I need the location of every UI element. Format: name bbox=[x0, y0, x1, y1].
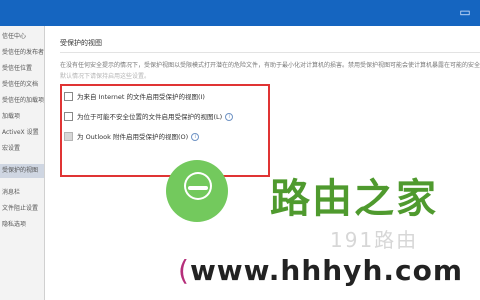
checkbox-internet-files[interactable] bbox=[64, 91, 73, 101]
sidebar-item-trust-center[interactable]: 信任中心 bbox=[0, 30, 44, 44]
sidebar-item-macro[interactable]: 宏设置 bbox=[0, 142, 44, 156]
watermark-brand-text: 路由之家 bbox=[270, 176, 438, 222]
sidebar-item-trusted-publishers[interactable]: 受信任的发布者 bbox=[0, 46, 44, 60]
section-description: 在没有任何安全提示的情况下，受保护视图以受限模式打开潜在的危险文件，有助于最小化… bbox=[60, 60, 480, 82]
sidebar-item-protected-view[interactable]: 受保护的视图 bbox=[0, 164, 44, 178]
section-title: 受保护的视图 bbox=[60, 39, 102, 47]
option-internet-files-label: 为来自 Internet 的文件启用受保护的视图(I) bbox=[77, 93, 205, 101]
sidebar-item-trusted-addin-catalogs[interactable]: 受信任的加载项目录 bbox=[0, 94, 44, 108]
sidebar-item-trusted-documents[interactable]: 受信任的文档 bbox=[0, 78, 44, 92]
window-icon[interactable]: ▭ bbox=[458, 5, 472, 19]
section-divider bbox=[60, 52, 480, 53]
title-bar: ▭ bbox=[0, 0, 480, 26]
sidebar-item-message-bar[interactable]: 消息栏 bbox=[0, 186, 44, 200]
info-icon[interactable]: i bbox=[191, 133, 200, 141]
watermark-url: (www.hhhyh.com bbox=[178, 254, 463, 287]
trust-center-sidebar: 信任中心 受信任的发布者 受信任位置 受信任的文档 受信任的加载项目录 加载项 … bbox=[0, 26, 45, 300]
info-icon[interactable]: i bbox=[225, 113, 234, 121]
sidebar-item-privacy[interactable]: 隐私选项 bbox=[0, 218, 44, 232]
checkbox-outlook-attachments[interactable] bbox=[64, 131, 73, 141]
sidebar-item-addins[interactable]: 加载项 bbox=[0, 110, 44, 124]
option-unsafe-locations[interactable]: 为位于可能不安全位置的文件启用受保护的视图(L) i bbox=[64, 110, 264, 124]
url-text: www.hhhyh.com bbox=[189, 254, 464, 287]
watermark-logo-icon bbox=[166, 160, 228, 222]
sidebar-item-activex[interactable]: ActiveX 设置 bbox=[0, 126, 44, 140]
option-unsafe-locations-label: 为位于可能不安全位置的文件启用受保护的视图(L) bbox=[77, 113, 223, 121]
watermark-faint-text: 191路由 bbox=[330, 228, 419, 252]
checkbox-unsafe-locations[interactable] bbox=[64, 111, 73, 121]
sidebar-item-file-block[interactable]: 文件阻止设置 bbox=[0, 202, 44, 216]
sidebar-item-trusted-locations[interactable]: 受信任位置 bbox=[0, 62, 44, 76]
description-line2: 默认情况下请保持启用这些设置。 bbox=[60, 73, 151, 80]
option-outlook-attachments[interactable]: 为 Outlook 附件启用受保护的视图(O) i bbox=[64, 130, 264, 144]
url-paren: ( bbox=[178, 254, 190, 287]
option-outlook-attachments-label: 为 Outlook 附件启用受保护的视图(O) bbox=[77, 133, 189, 141]
option-internet-files[interactable]: 为来自 Internet 的文件启用受保护的视图(I) bbox=[64, 90, 264, 104]
description-line1: 在没有任何安全提示的情况下，受保护视图以受限模式打开潜在的危险文件，有助于最小化… bbox=[60, 62, 480, 69]
